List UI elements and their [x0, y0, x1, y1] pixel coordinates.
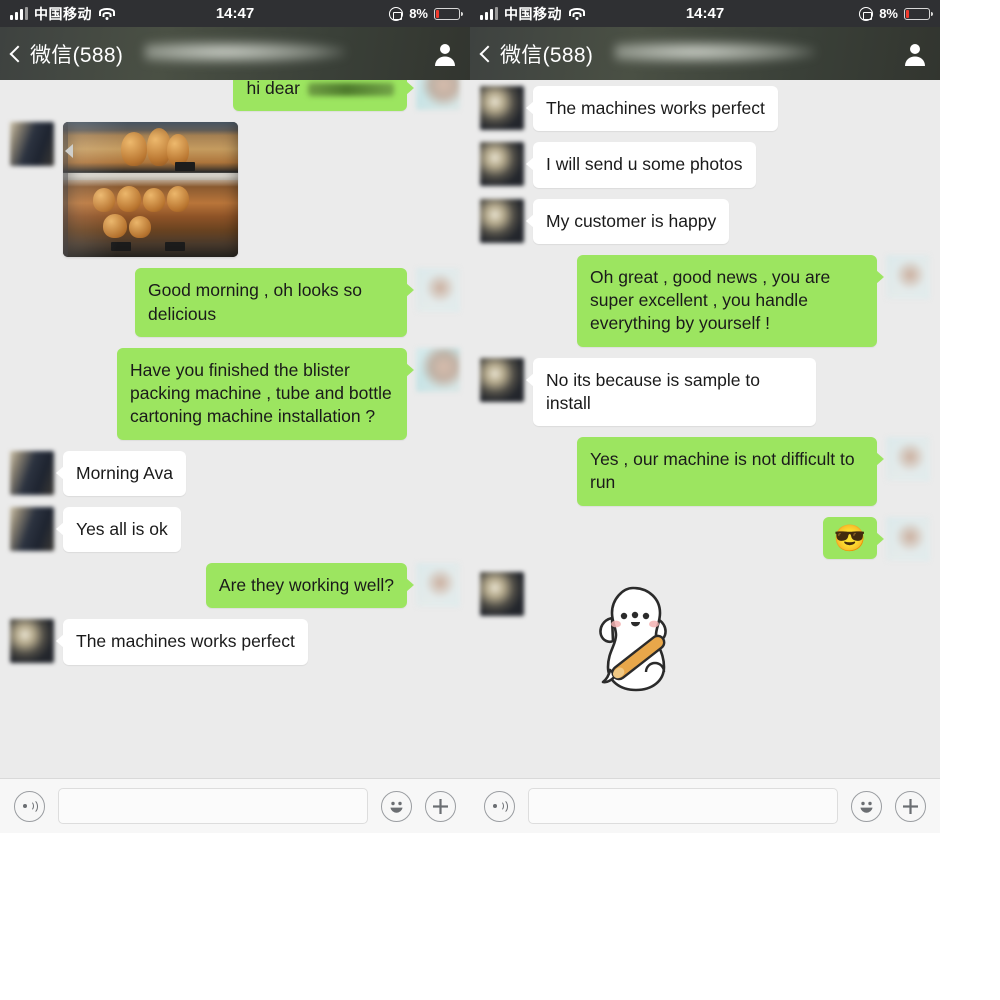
message-row: 😎: [480, 516, 930, 561]
avatar[interactable]: [886, 516, 930, 561]
message-bubble-incoming[interactable]: The machines works perfect: [56, 619, 308, 665]
message-row: The machines works perfect: [480, 86, 930, 132]
avatar[interactable]: [480, 198, 524, 243]
message-row: [10, 122, 460, 258]
message-bubble-outgoing[interactable]: Have you finished the blister packing ma…: [117, 347, 414, 440]
nav-bar-right: 微信(588): [470, 27, 940, 80]
avatar[interactable]: [10, 450, 54, 495]
wifi-icon: [98, 7, 115, 20]
message-bubble-outgoing[interactable]: Oh great , good news , you are super exc…: [577, 254, 884, 347]
message-bubble-incoming[interactable]: The machines works perfect: [526, 86, 778, 132]
message-row: Morning Ava: [10, 450, 460, 496]
contact-profile-icon[interactable]: [902, 41, 928, 67]
chevron-left-icon: [479, 45, 497, 62]
right-chat-screen: 中国移动 14:47 8% 微信(588) The machines works…: [470, 0, 940, 833]
smiley-face-icon[interactable]: [381, 790, 412, 822]
message-list-left[interactable]: hi dear Good morning , oh looks so delic…: [0, 80, 470, 778]
avatar[interactable]: [416, 347, 460, 392]
page-margin: [940, 0, 1000, 833]
message-row: Yes , our machine is not difficult to ru…: [480, 437, 930, 506]
avatar[interactable]: [480, 357, 524, 402]
status-right-group: 8%: [389, 6, 463, 21]
battery-low-icon: [904, 7, 933, 20]
chevron-left-icon: [9, 45, 27, 62]
message-input[interactable]: [58, 788, 368, 824]
contact-profile-icon[interactable]: [432, 41, 458, 67]
redaction-smudge: [308, 82, 394, 96]
carrier-label: 中国移动: [504, 5, 562, 22]
plus-circle-icon[interactable]: [895, 790, 926, 822]
avatar[interactable]: [886, 254, 930, 299]
back-label: 微信(588): [500, 43, 594, 67]
battery-percent-label: 8%: [409, 6, 428, 21]
status-bar-left: 中国移动 14:47 8%: [0, 0, 470, 27]
message-row: Oh great , good news , you are super exc…: [480, 254, 930, 347]
input-bar-left: [0, 778, 470, 833]
message-bubble-outgoing[interactable]: Good morning , oh looks so delicious: [135, 268, 414, 337]
battery-low-icon: [434, 7, 463, 20]
contact-name-redacted: [145, 41, 345, 63]
message-bubble-incoming[interactable]: Yes all is ok: [56, 506, 181, 553]
message-row: hi dear: [10, 80, 460, 112]
message-row: I will send u some photos: [480, 142, 930, 188]
rotation-lock-icon: [389, 6, 404, 21]
message-image-bakery[interactable]: [63, 122, 238, 258]
rotation-lock-icon: [859, 6, 874, 21]
signal-bars-icon: [480, 6, 498, 20]
voice-message-icon[interactable]: [14, 790, 45, 822]
back-button[interactable]: 微信(588): [9, 39, 124, 69]
message-text: hi dear: [246, 80, 300, 98]
voice-message-icon[interactable]: [484, 790, 515, 822]
message-bubble-incoming[interactable]: No its because is sample to install: [526, 357, 816, 427]
contact-name-redacted: [615, 41, 815, 63]
avatar[interactable]: [480, 142, 524, 187]
avatar[interactable]: [886, 437, 930, 482]
left-chat-screen: 中国移动 14:47 8% 微信(588) hi dear Good morni…: [0, 0, 470, 833]
message-bubble-outgoing[interactable]: hi dear: [233, 80, 414, 112]
avatar[interactable]: [416, 563, 460, 608]
message-row: [480, 571, 930, 697]
back-button[interactable]: 微信(588): [479, 39, 594, 69]
status-bar-right: 中国移动 14:47 8%: [470, 0, 940, 27]
avatar[interactable]: [10, 122, 54, 167]
back-label: 微信(588): [30, 43, 124, 67]
avatar[interactable]: [10, 506, 54, 551]
avatar[interactable]: [416, 268, 460, 313]
message-input[interactable]: [528, 788, 838, 824]
plus-circle-icon[interactable]: [425, 790, 456, 822]
message-list-right[interactable]: The machines works perfect I will send u…: [470, 80, 940, 778]
avatar[interactable]: [480, 571, 524, 616]
wifi-icon: [568, 7, 585, 20]
message-bubble-outgoing[interactable]: Yes , our machine is not difficult to ru…: [577, 437, 884, 506]
message-row: Have you finished the blister packing ma…: [10, 347, 460, 440]
message-bubble-emoji[interactable]: 😎: [822, 516, 885, 559]
input-bar-right: [470, 778, 940, 833]
avatar[interactable]: [416, 80, 460, 110]
message-row: Good morning , oh looks so delicious: [10, 268, 460, 337]
status-right-group: 8%: [859, 6, 933, 21]
smiley-face-icon[interactable]: [851, 790, 882, 822]
message-bubble-incoming[interactable]: Morning Ava: [56, 450, 186, 496]
nav-bar-left: 微信(588): [0, 27, 470, 80]
message-sticker-dog[interactable]: [582, 572, 692, 697]
message-row: Yes all is ok: [10, 506, 460, 553]
avatar[interactable]: [480, 86, 524, 130]
avatar[interactable]: [10, 619, 54, 664]
dual-screenshot-container: 中国移动 14:47 8% 微信(588) hi dear Good morni…: [0, 0, 1000, 833]
message-bubble-outgoing[interactable]: Are they working well?: [205, 563, 415, 609]
status-left-group: 中国移动: [480, 4, 585, 24]
battery-percent-label: 8%: [879, 6, 898, 21]
message-row: Are they working well?: [10, 563, 460, 609]
carrier-label: 中国移动: [34, 5, 92, 22]
status-left-group: 中国移动: [10, 4, 115, 24]
message-row: No its because is sample to install: [480, 357, 930, 427]
message-row: The machines works perfect: [10, 619, 460, 665]
message-bubble-incoming[interactable]: I will send u some photos: [526, 142, 756, 188]
message-row: My customer is happy: [480, 198, 930, 244]
signal-bars-icon: [10, 6, 28, 20]
message-bubble-incoming[interactable]: My customer is happy: [525, 198, 730, 244]
